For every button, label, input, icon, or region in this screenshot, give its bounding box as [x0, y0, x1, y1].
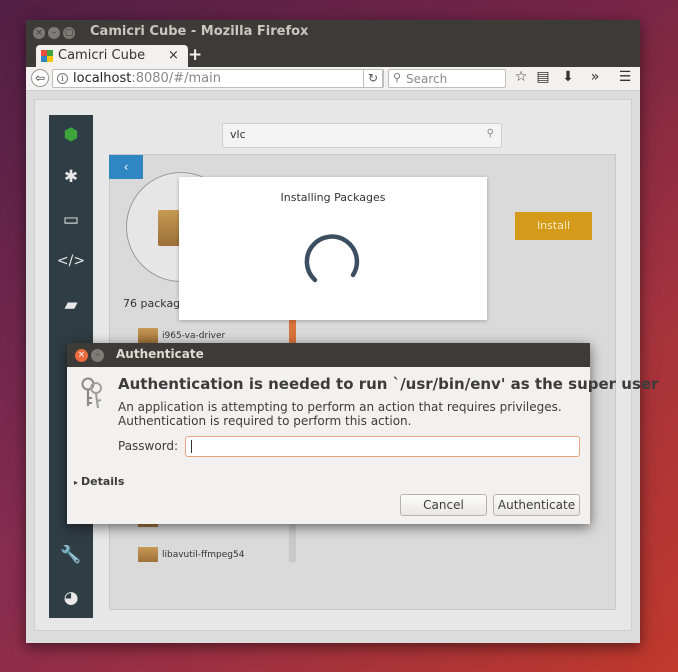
- authenticate-heading: Authentication is needed to run `/usr/bi…: [118, 375, 659, 393]
- authenticate-titlebar: × – Authenticate: [67, 343, 590, 367]
- tab-bar: Camicri Cube × +: [26, 45, 640, 67]
- expander-arrow-icon: ▸: [74, 478, 79, 487]
- authenticate-message-line: An application is attempting to perform …: [118, 400, 562, 414]
- downloads-icon[interactable]: ⬇: [559, 69, 577, 85]
- tab-camicri-cube[interactable]: Camicri Cube ×: [36, 45, 188, 67]
- install-button[interactable]: Install: [515, 212, 592, 240]
- text-caret: [191, 440, 192, 453]
- url-bar[interactable]: i localhost:8080/#/main: [52, 69, 384, 88]
- authenticate-message: An application is attempting to perform …: [118, 400, 562, 428]
- tab-label: Camicri Cube: [58, 48, 146, 63]
- info-icon[interactable]: i: [57, 73, 68, 84]
- url-host: localhost: [73, 71, 132, 86]
- package-list-scroll-thumb[interactable]: [289, 320, 296, 344]
- reading-list-icon[interactable]: ▤: [534, 69, 552, 85]
- cancel-button[interactable]: Cancel: [400, 494, 487, 516]
- loading-spinner-icon: [304, 234, 360, 283]
- package-name[interactable]: i965-va-driver: [162, 331, 225, 341]
- dialog-minimize-icon[interactable]: –: [91, 349, 104, 362]
- package-search-value: vlc: [230, 128, 246, 141]
- search-icon: ⚲: [393, 71, 402, 84]
- package-icon: [138, 328, 158, 343]
- installing-modal: Installing Packages: [179, 177, 487, 320]
- navigation-bar: ⇦ i localhost:8080/#/main ↻ ⚲ Search ☆ ▤…: [26, 67, 640, 91]
- authenticate-dialog: × – Authenticate Authentication is neede…: [67, 343, 658, 524]
- details-expander[interactable]: ▸ Details: [74, 475, 124, 488]
- code-icon[interactable]: </>: [49, 253, 93, 269]
- window-close-button[interactable]: ×: [33, 27, 45, 39]
- url-path: :8080/#/main: [131, 71, 221, 86]
- window-maximize-button[interactable]: ▢: [63, 27, 75, 39]
- tab-close-icon[interactable]: ×: [168, 48, 179, 63]
- search-bar[interactable]: ⚲ Search: [388, 69, 506, 88]
- reload-button[interactable]: ↻: [363, 69, 383, 88]
- keys-icon: [81, 377, 102, 409]
- package-count: 76 package: [123, 297, 187, 310]
- cube-icon[interactable]: ⬢: [49, 125, 93, 145]
- back-nav-button[interactable]: ‹: [109, 155, 143, 179]
- book-icon[interactable]: ▰: [49, 295, 93, 315]
- puzzle-icon[interactable]: ✱: [49, 167, 93, 187]
- details-label: Details: [81, 475, 125, 488]
- menu-hamburger-icon[interactable]: ☰: [616, 69, 634, 85]
- new-tab-button[interactable]: +: [188, 45, 202, 65]
- authenticate-button[interactable]: Authenticate: [493, 494, 580, 516]
- dialog-close-icon[interactable]: ×: [75, 349, 88, 362]
- bookmark-star-icon[interactable]: ☆: [512, 69, 530, 85]
- package-icon: [138, 547, 158, 562]
- window-titlebar: × – ▢ Camicri Cube - Mozilla Firefox: [26, 20, 640, 45]
- back-button[interactable]: ⇦: [31, 69, 49, 87]
- laptop-icon[interactable]: ▭: [49, 210, 93, 230]
- package-search-input[interactable]: vlc ⚲: [222, 123, 502, 148]
- search-placeholder: Search: [406, 72, 448, 86]
- overflow-chevron-icon[interactable]: »: [586, 69, 604, 85]
- package-search-icon: ⚲: [486, 128, 494, 139]
- camicri-favicon-icon: [41, 50, 53, 62]
- url-text: localhost:8080/#/main: [73, 71, 221, 86]
- window-title: Camicri Cube - Mozilla Firefox: [90, 24, 309, 39]
- package-name[interactable]: libavutil-ffmpeg54: [162, 550, 244, 560]
- authenticate-message-line: Authentication is required to perform th…: [118, 414, 412, 428]
- installing-modal-title: Installing Packages: [280, 191, 386, 204]
- authenticate-title: Authenticate: [116, 347, 204, 361]
- password-field[interactable]: [185, 436, 580, 457]
- wrench-icon[interactable]: 🔧: [49, 545, 93, 565]
- globe-icon[interactable]: ◕: [49, 588, 93, 608]
- window-minimize-button[interactable]: –: [48, 27, 60, 39]
- password-label: Password:: [118, 439, 179, 453]
